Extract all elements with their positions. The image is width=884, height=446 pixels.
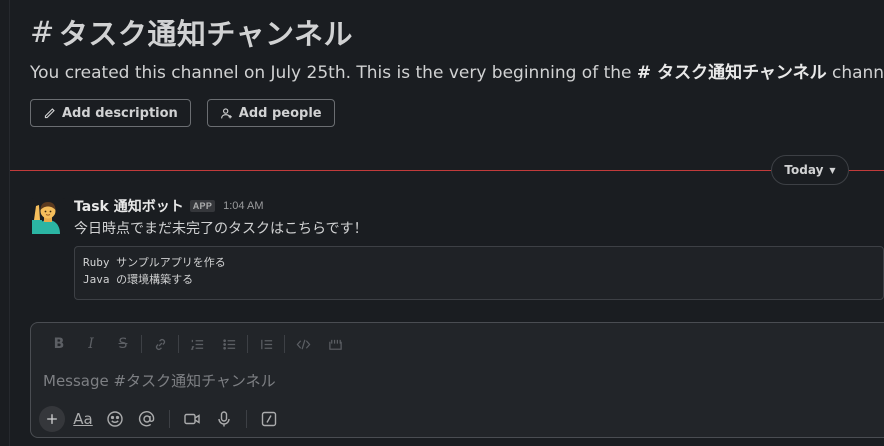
plus-icon[interactable] [39, 406, 65, 432]
strikethrough-icon[interactable]: S [107, 333, 139, 355]
slash-command-icon[interactable] [255, 405, 283, 433]
add-people-label: Add people [238, 105, 322, 121]
bold-icon[interactable]: B [43, 333, 75, 355]
message-input[interactable] [43, 369, 843, 393]
toolbar-divider [169, 410, 170, 428]
text-format-icon[interactable]: Aa [69, 405, 97, 433]
text-format-label: Aa [73, 410, 93, 428]
sidebar-edge [0, 0, 10, 446]
add-person-icon [220, 107, 232, 118]
channel-view: # タスク通知チャンネル You created this channel on… [0, 0, 884, 446]
intro-suffix: channel. [831, 63, 884, 83]
code-icon[interactable] [287, 333, 319, 355]
message-header: Task 通知ボット APP 1:04 AM [74, 196, 884, 216]
sender-name[interactable]: Task 通知ボット [74, 196, 184, 216]
code-block: Ruby サンプルアプリを作る Java の環境構築する [74, 246, 884, 300]
date-label: Today [784, 163, 824, 177]
toolbar-divider [141, 335, 142, 353]
code-line: Java の環境構築する [83, 273, 194, 286]
toolbar-divider [246, 410, 247, 428]
toolbar-divider [178, 335, 179, 353]
message-composer: B I S Message #タスク通知チャンネル Aa [30, 322, 884, 438]
channel-name: タスク通知チャンネル [58, 17, 353, 51]
intro-hash: # [636, 63, 652, 83]
intro-channel-link[interactable]: # タスク通知チャンネル [637, 63, 827, 83]
add-description-button[interactable]: Add description [30, 99, 191, 127]
channel-intro: # タスク通知チャンネル You created this channel on… [30, 12, 884, 127]
bulleted-list-icon[interactable] [213, 333, 245, 355]
message-body: Task 通知ボット APP 1:04 AM 今日時点でまだ未完了のタスクはこち… [74, 196, 884, 300]
bot-avatar[interactable] [30, 198, 66, 234]
toolbar-divider [247, 335, 248, 353]
intro-prefix: You created this channel on July 25th. T… [30, 63, 637, 83]
italic-icon[interactable]: I [75, 333, 107, 355]
ordered-list-icon[interactable] [181, 333, 213, 355]
composer-actions: Aa [39, 405, 283, 433]
pencil-icon [44, 107, 55, 118]
mention-icon[interactable] [133, 405, 161, 433]
app-badge: APP [189, 200, 216, 212]
new-messages-divider [10, 170, 884, 171]
microphone-icon[interactable] [210, 405, 238, 433]
video-icon[interactable] [178, 405, 206, 433]
link-icon[interactable] [144, 333, 176, 355]
add-people-button[interactable]: Add people [206, 99, 335, 127]
emoji-icon[interactable] [101, 405, 129, 433]
blockquote-icon[interactable] [250, 333, 282, 355]
add-description-label: Add description [62, 105, 178, 121]
message-text: 今日時点でまだ未完了のタスクはこちらです！ [74, 221, 368, 237]
page-title: # タスク通知チャンネル [30, 12, 884, 52]
channel-intro-text: You created this channel on July 25th. T… [30, 58, 884, 83]
code-line: Ruby サンプルアプリを作る [83, 256, 226, 269]
message-timestamp[interactable]: 1:04 AM [223, 200, 263, 212]
channel-hash: # [30, 15, 55, 49]
intro-actions: Add description Add people [30, 99, 884, 127]
toolbar-divider [284, 335, 285, 353]
chevron-down-icon: ▼ [829, 165, 836, 175]
intro-channel-name: タスク通知チャンネル [657, 63, 827, 83]
formatting-toolbar: B I S [43, 333, 351, 355]
code-block-icon[interactable] [319, 333, 351, 355]
date-jump-button[interactable]: Today ▼ [771, 155, 849, 185]
